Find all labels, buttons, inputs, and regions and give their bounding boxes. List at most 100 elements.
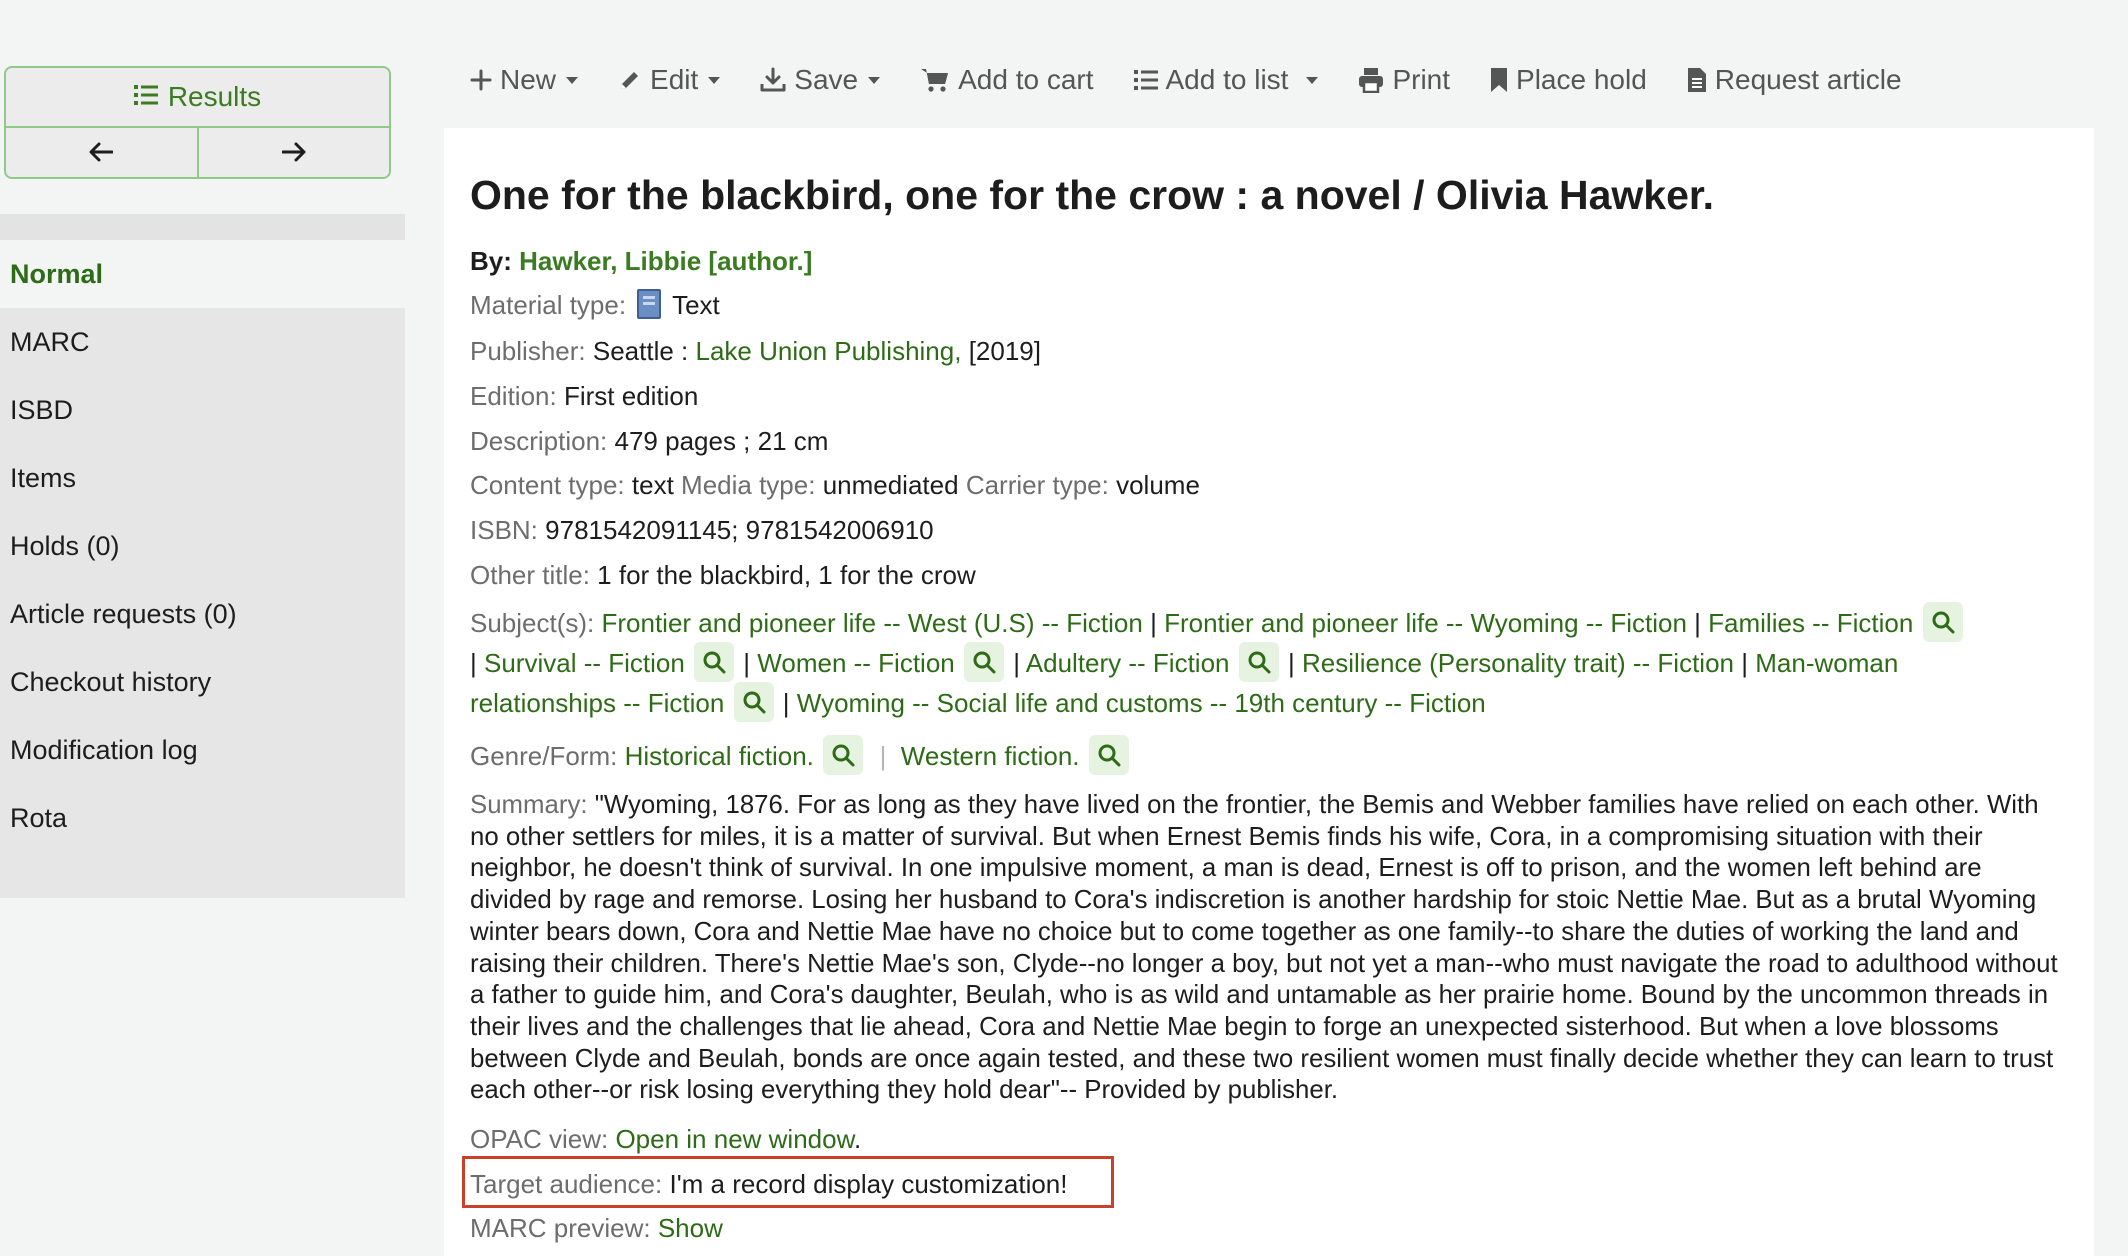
results-button[interactable]: Results <box>6 68 389 128</box>
book-icon <box>637 289 662 320</box>
description-label: Description: <box>470 426 608 456</box>
other-title-label: Other title: <box>470 560 590 590</box>
sidebar-item-checkout-history[interactable]: Checkout history <box>0 648 405 716</box>
description-value: 479 pages ; 21 cm <box>614 426 829 456</box>
author-row: By: Hawker, Libbie [author.] <box>470 246 812 277</box>
new-button[interactable]: New <box>470 64 579 96</box>
request-article-button[interactable]: Request article <box>1687 64 1902 96</box>
marc-preview-row: MARC preview: Show <box>470 1213 723 1244</box>
summary-text: "Wyoming, 1876. For as long as they have… <box>470 791 2058 1105</box>
isbn-row: ISBN: 9781542091145; 9781542006910 <box>470 515 934 546</box>
place-hold-button[interactable]: Place hold <box>1490 64 1647 96</box>
search-icon[interactable] <box>1088 735 1129 776</box>
edition-value: First edition <box>563 381 699 411</box>
subject-link[interactable]: Adultery -- Fiction <box>1026 648 1230 678</box>
subject-link[interactable]: Resilience (Personality trait) -- Fictio… <box>1302 648 1734 678</box>
carrier-type-value: volume <box>1116 470 1200 500</box>
genre-link[interactable]: Western fiction. <box>901 741 1080 771</box>
results-label: Results <box>167 81 262 112</box>
carrier-type-label: Carrier type: <box>965 470 1109 500</box>
record-detail-panel: One for the blackbird, one for the crow … <box>444 128 2094 1256</box>
sidebar-item-isbd[interactable]: ISBD <box>0 376 405 444</box>
sidebar-item-article-requests[interactable]: Article requests (0) <box>0 580 405 648</box>
search-icon[interactable] <box>1922 602 1963 643</box>
subjects-row-3: relationships -- Fiction | Wyoming -- So… <box>470 682 1486 723</box>
publisher-row: Publisher: Seattle : Lake Union Publishi… <box>470 336 1041 367</box>
sidebar-item-modification-log[interactable]: Modification log <box>0 716 405 784</box>
save-button[interactable]: Save <box>760 64 881 96</box>
sidebar-item-marc[interactable]: MARC <box>0 308 405 376</box>
search-icon[interactable] <box>733 682 774 723</box>
printer-icon <box>1358 67 1384 93</box>
arrow-right-icon <box>281 142 306 167</box>
subject-link[interactable]: Wyoming -- Social life and customs -- 19… <box>797 688 1486 718</box>
sidebar-item-holds[interactable]: Holds (0) <box>0 512 405 580</box>
marc-preview-show-link[interactable]: Show <box>658 1213 723 1243</box>
open-in-new-window-link[interactable]: Open in new window <box>615 1124 853 1154</box>
results-navigation: Results <box>4 66 391 179</box>
bookmark-icon <box>1490 67 1508 93</box>
arrow-left-icon <box>89 142 114 167</box>
genre-link[interactable]: Historical fiction. <box>625 741 814 771</box>
material-type-row: Material type: Text <box>470 289 720 321</box>
subject-link[interactable]: Women -- Fiction <box>757 648 954 678</box>
subject-link[interactable]: Frontier and pioneer life -- Wyoming -- … <box>1164 608 1687 638</box>
target-audience-label: Target audience: <box>470 1169 663 1199</box>
previous-result-button[interactable] <box>6 128 199 177</box>
genre-row: Genre/Form: Historical fiction. | Wester… <box>470 735 1131 776</box>
record-title: One for the blackbird, one for the crow … <box>470 172 1714 218</box>
caret-down-icon <box>868 76 881 84</box>
edit-button[interactable]: Edit <box>618 64 721 96</box>
isbn-value: 9781542091145; 9781542006910 <box>545 515 934 545</box>
subject-link[interactable]: Frontier and pioneer life -- West (U.S) … <box>602 608 1143 638</box>
save-label: Save <box>794 64 859 95</box>
publisher-label: Publisher: <box>470 336 586 366</box>
edition-row: Edition: First edition <box>470 381 698 412</box>
plus-icon <box>470 69 492 91</box>
file-text-icon <box>1687 67 1707 93</box>
add-to-cart-label: Add to cart <box>958 64 1094 95</box>
subject-link[interactable]: Survival -- Fiction <box>484 648 685 678</box>
caret-down-icon <box>1306 76 1319 84</box>
description-row: Description: 479 pages ; 21 cm <box>470 426 828 457</box>
media-type-label: Media type: <box>681 470 816 500</box>
other-title-value: 1 for the blackbird, 1 for the crow <box>597 560 976 590</box>
isbn-label: ISBN: <box>470 515 538 545</box>
by-label: By: <box>470 246 512 276</box>
request-article-label: Request article <box>1714 64 1902 95</box>
edition-label: Edition: <box>470 381 557 411</box>
add-to-list-label: Add to list <box>1165 64 1289 95</box>
list-icon <box>133 81 158 113</box>
search-icon[interactable] <box>823 735 864 776</box>
genre-label: Genre/Form: <box>470 741 618 771</box>
target-audience-row: Target audience: I'm a record display cu… <box>470 1169 1068 1200</box>
sidebar-item-items[interactable]: Items <box>0 444 405 512</box>
content-type-row: Content type: text Media type: unmediate… <box>470 470 1200 501</box>
publisher-link[interactable]: Lake Union Publishing, <box>696 336 962 366</box>
media-type-value: unmediated <box>822 470 959 500</box>
opac-view-label: OPAC view: <box>470 1124 609 1154</box>
record-toolbar: New Edit Save Add to cart Add to list Pr… <box>470 58 1942 102</box>
print-button[interactable]: Print <box>1358 64 1450 96</box>
summary-block: Summary: "Wyoming, 1876. For as long as … <box>470 790 2066 1107</box>
content-type-value: text <box>631 470 674 500</box>
add-to-cart-button[interactable]: Add to cart <box>920 64 1094 96</box>
subject-link[interactable]: relationships -- Fiction <box>470 688 724 718</box>
print-label: Print <box>1392 64 1451 95</box>
sidebar-item-normal[interactable]: Normal <box>0 240 405 308</box>
search-icon[interactable] <box>694 642 735 683</box>
target-audience-value: I'm a record display customization! <box>669 1169 1068 1199</box>
sidebar-item-rota[interactable]: Rota <box>0 784 405 852</box>
opac-view-row: OPAC view: Open in new window. <box>470 1124 862 1154</box>
publisher-place: Seattle : <box>592 336 689 366</box>
next-result-button[interactable] <box>199 128 390 177</box>
search-icon[interactable] <box>1238 642 1279 683</box>
search-icon[interactable] <box>963 642 1004 683</box>
cart-icon <box>920 67 950 93</box>
author-link[interactable]: Hawker, Libbie [author.] <box>519 246 812 276</box>
add-to-list-button[interactable]: Add to list <box>1133 64 1319 96</box>
subject-link[interactable]: Man-woman <box>1755 648 1898 678</box>
edit-label: Edit <box>650 64 699 95</box>
subject-link[interactable]: Families -- Fiction <box>1708 608 1913 638</box>
marc-preview-label: MARC preview: <box>470 1213 651 1243</box>
